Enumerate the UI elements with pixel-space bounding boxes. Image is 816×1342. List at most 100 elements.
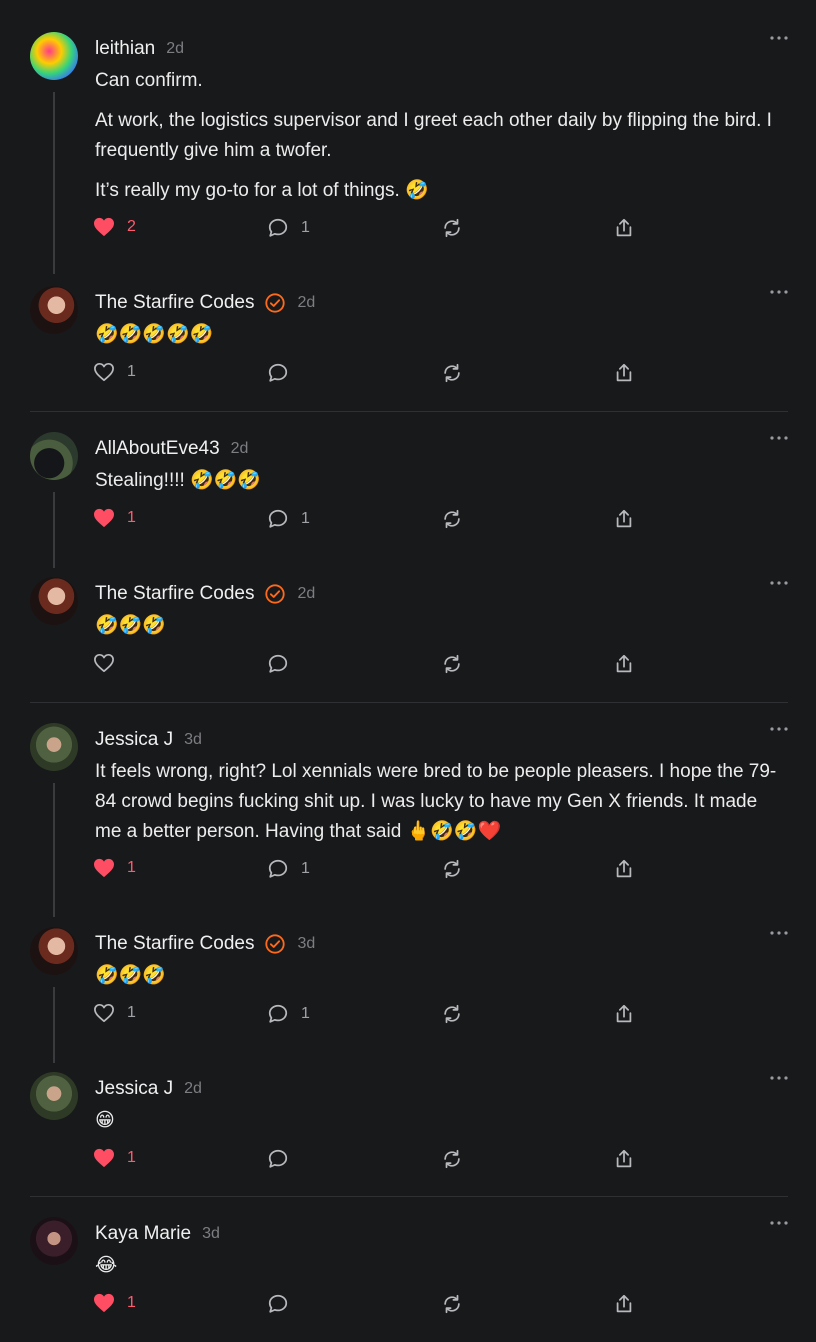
timestamp[interactable]: 2d: [231, 440, 249, 458]
reply-button[interactable]: 1: [267, 858, 310, 880]
like-count: 1: [127, 363, 136, 380]
heart-icon: [94, 1148, 114, 1168]
restack-button[interactable]: [441, 1293, 463, 1315]
reply-count: 1: [301, 860, 310, 877]
restack-button[interactable]: [441, 858, 463, 880]
restack-button[interactable]: [441, 653, 463, 675]
timestamp[interactable]: 2d: [297, 585, 315, 603]
like-count: 2: [127, 218, 136, 235]
timestamp[interactable]: 3d: [202, 1225, 220, 1243]
avatar[interactable]: [30, 1217, 78, 1265]
heart-outline-icon: [94, 1003, 114, 1023]
divider: [30, 411, 788, 412]
timestamp[interactable]: 2d: [297, 294, 315, 312]
reply-button[interactable]: 1: [267, 508, 310, 530]
timestamp[interactable]: 2d: [184, 1080, 202, 1098]
author-name[interactable]: The Starfire Codes: [95, 933, 254, 955]
avatar[interactable]: [30, 577, 78, 625]
avatar[interactable]: [30, 1072, 78, 1120]
comment-text: 😂: [95, 1255, 118, 1276]
share-icon: [616, 218, 632, 237]
comment-bubble-icon: [268, 218, 288, 237]
more-options-icon[interactable]: [770, 436, 788, 440]
restack-icon: [444, 654, 460, 674]
reply-button[interactable]: 1: [267, 217, 310, 239]
more-options-icon[interactable]: [770, 290, 788, 294]
restack-icon: [444, 363, 460, 383]
more-options-icon[interactable]: [770, 727, 788, 731]
more-options-icon[interactable]: [770, 931, 788, 935]
restack-button[interactable]: [441, 1148, 463, 1170]
reply-count: 1: [301, 510, 310, 527]
share-button[interactable]: [613, 1148, 635, 1170]
verified-badge-icon: [264, 933, 286, 955]
restack-icon: [444, 1004, 460, 1024]
avatar[interactable]: [30, 286, 78, 334]
share-button[interactable]: [613, 653, 635, 675]
like-button[interactable]: 1: [93, 1148, 136, 1168]
author-name[interactable]: The Starfire Codes: [95, 292, 254, 314]
share-button[interactable]: [613, 1293, 635, 1315]
share-icon: [616, 859, 632, 878]
comment-bubble-icon: [268, 1004, 288, 1023]
comment-body: 🤣🤣🤣🤣🤣: [95, 320, 785, 360]
restack-button[interactable]: [441, 362, 463, 384]
more-options-icon[interactable]: [770, 1221, 788, 1225]
avatar[interactable]: [30, 927, 78, 975]
share-icon: [616, 654, 632, 673]
share-button[interactable]: [613, 508, 635, 530]
comment-bubble-icon: [268, 363, 288, 382]
share-button[interactable]: [613, 217, 635, 239]
author-name[interactable]: Jessica J: [95, 1078, 173, 1100]
more-options-icon[interactable]: [770, 1076, 788, 1080]
comment: AllAboutEve43 2d Stealing!!!! 🤣🤣🤣 1 1: [30, 432, 788, 572]
like-button[interactable]: [93, 653, 115, 673]
like-button[interactable]: 1: [93, 508, 136, 528]
thread-line: [53, 987, 55, 1063]
reply-button[interactable]: [267, 1148, 289, 1170]
timestamp[interactable]: 2d: [166, 40, 184, 58]
like-button[interactable]: 1: [93, 1003, 136, 1023]
share-icon: [616, 1004, 632, 1023]
author-name[interactable]: AllAboutEve43: [95, 438, 220, 460]
comment-body: Stealing!!!! 🤣🤣🤣: [95, 466, 785, 506]
share-button[interactable]: [613, 858, 635, 880]
author-name[interactable]: leithian: [95, 38, 155, 60]
author-name[interactable]: The Starfire Codes: [95, 583, 254, 605]
thread-line: [53, 492, 55, 568]
more-options-icon[interactable]: [770, 581, 788, 585]
restack-icon: [444, 1294, 460, 1314]
reply-button[interactable]: [267, 362, 289, 384]
like-button[interactable]: 1: [93, 1293, 136, 1313]
share-button[interactable]: [613, 362, 635, 384]
like-count: 1: [127, 509, 136, 526]
restack-button[interactable]: [441, 508, 463, 530]
avatar[interactable]: [30, 723, 78, 771]
heart-icon: [94, 217, 114, 237]
avatar[interactable]: [30, 432, 78, 480]
comment-text: It feels wrong, right? Lol xennials were…: [95, 761, 777, 842]
reply-count: 1: [301, 1005, 310, 1022]
more-options-icon[interactable]: [770, 36, 788, 40]
share-button[interactable]: [613, 1003, 635, 1025]
comment: The Starfire Codes 2d 🤣🤣🤣🤣🤣 1: [30, 286, 788, 396]
reply-button[interactable]: [267, 653, 289, 675]
divider: [30, 1196, 788, 1197]
author-name[interactable]: Jessica J: [95, 729, 173, 751]
reply-button[interactable]: [267, 1293, 289, 1315]
like-button[interactable]: 2: [93, 217, 136, 237]
comment-text: It’s really my go-to for a lot of things…: [95, 180, 429, 201]
avatar[interactable]: [30, 32, 78, 80]
share-icon: [616, 363, 632, 382]
timestamp[interactable]: 3d: [184, 731, 202, 749]
restack-button[interactable]: [441, 1003, 463, 1025]
restack-button[interactable]: [441, 217, 463, 239]
like-button[interactable]: 1: [93, 858, 136, 878]
comment-text: At work, the logistics supervisor and I …: [95, 110, 772, 161]
timestamp[interactable]: 3d: [297, 935, 315, 953]
comment-text: 🤣🤣🤣: [95, 615, 166, 636]
author-name[interactable]: Kaya Marie: [95, 1223, 191, 1245]
reply-button[interactable]: 1: [267, 1003, 310, 1025]
like-button[interactable]: 1: [93, 362, 136, 382]
restack-icon: [444, 509, 460, 529]
